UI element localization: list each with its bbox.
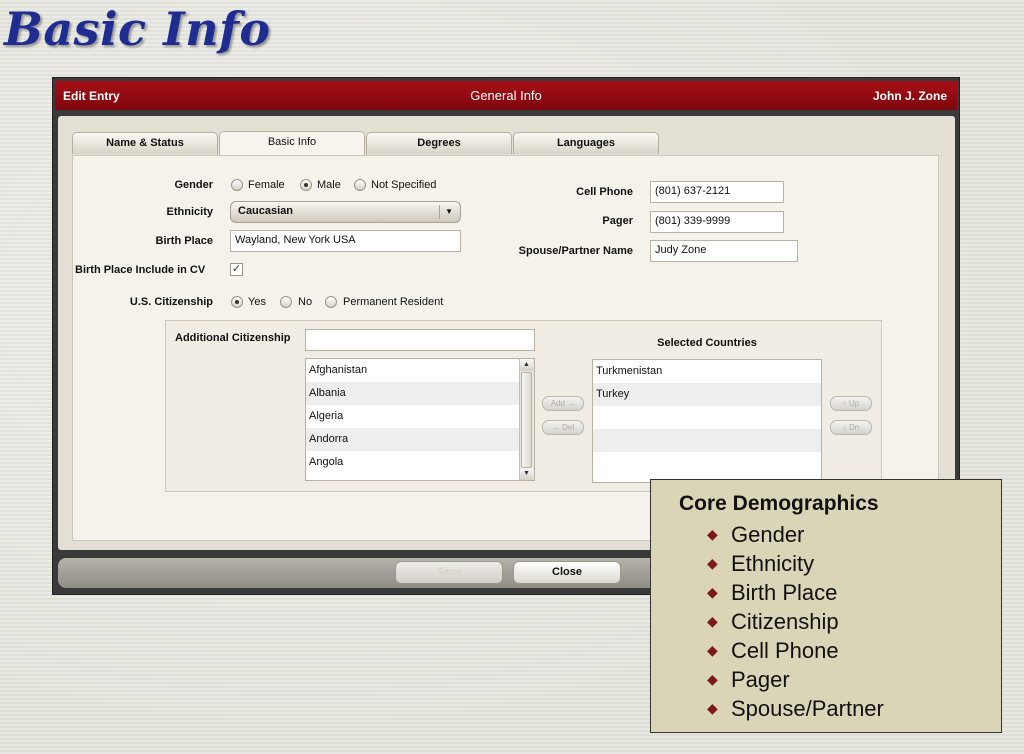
gender-female-radio[interactable] xyxy=(231,179,243,191)
list-item: ◆ Ethnicity xyxy=(707,551,815,576)
gender-male-label: Male xyxy=(317,179,341,191)
diamond-bullet-icon: ◆ xyxy=(707,700,718,716)
list-item: ◆ Citizenship xyxy=(707,609,839,634)
user-name: John J. Zone xyxy=(872,89,947,103)
diamond-bullet-icon: ◆ xyxy=(707,642,718,658)
ethnicity-value: Caucasian xyxy=(238,205,294,217)
list-item[interactable]: Albania xyxy=(306,382,534,405)
list-item[interactable]: Turkey xyxy=(593,383,821,406)
tab-name-status[interactable]: Name & Status xyxy=(72,132,218,154)
birth-place-label: Birth Place xyxy=(155,235,213,247)
additional-citizenship-group: Additional Citizenship Afghanistan Alban… xyxy=(165,320,882,492)
window-title: General Info xyxy=(470,88,542,103)
citizenship-permanent-label: Permanent Resident xyxy=(343,296,444,308)
diamond-bullet-icon: ◆ xyxy=(707,613,718,629)
list-item[interactable]: Algeria xyxy=(306,405,534,428)
list-item: ◆ Gender xyxy=(707,522,805,547)
list-item[interactable]: Andorra xyxy=(306,428,534,451)
birth-place-input[interactable]: Wayland, New York USA xyxy=(230,230,461,252)
list-item: ◆ Spouse/Partner xyxy=(707,696,884,721)
diamond-bullet-icon: ◆ xyxy=(707,526,718,542)
ethnicity-select[interactable]: Caucasian ▼ xyxy=(230,201,461,223)
diamond-bullet-icon: ◆ xyxy=(707,584,718,600)
pager-input[interactable]: (801) 339-9999 xyxy=(650,211,784,233)
list-item[interactable]: Angola xyxy=(306,451,534,474)
country-filter-input[interactable] xyxy=(305,329,535,351)
select-divider xyxy=(439,205,440,219)
citizenship-label: U.S. Citizenship xyxy=(129,296,213,308)
diamond-bullet-icon: ◆ xyxy=(707,671,718,687)
chevron-down-icon: ▼ xyxy=(445,207,453,216)
list-item[interactable]: Turkmenistan xyxy=(593,360,821,383)
birth-place-cv-label: Birth Place Include in CV xyxy=(75,264,206,276)
gender-not-specified-radio[interactable] xyxy=(354,179,366,191)
citizenship-no-radio[interactable] xyxy=(280,296,292,308)
list-item xyxy=(593,452,821,475)
citizenship-yes-radio[interactable] xyxy=(231,296,243,308)
slide-title: Basic Info xyxy=(4,2,271,56)
delete-country-button[interactable]: ← Del xyxy=(542,420,584,435)
list-item: ◆ Cell Phone xyxy=(707,638,839,663)
list-item: ◆ Pager xyxy=(707,667,790,692)
ethnicity-label: Ethnicity xyxy=(166,206,213,218)
country-list[interactable]: Afghanistan Albania Algeria Andorra Ango… xyxy=(305,358,535,481)
gender-label: Gender xyxy=(174,179,213,191)
scroll-up-icon[interactable]: ▲ xyxy=(520,359,533,371)
tab-basic-info[interactable]: Basic Info xyxy=(219,131,365,155)
add-country-button[interactable]: Add → xyxy=(542,396,584,411)
gender-not-specified-label: Not Specified xyxy=(371,179,437,191)
list-item xyxy=(593,406,821,429)
move-down-button[interactable]: ↓ Dn xyxy=(830,420,872,435)
list-item: ◆ Birth Place xyxy=(707,580,838,605)
spouse-input[interactable]: Judy Zone xyxy=(650,240,798,262)
country-list-scrollbar[interactable]: ▲ ▼ xyxy=(519,359,534,480)
gender-female-label: Female xyxy=(248,179,285,191)
list-item xyxy=(593,429,821,452)
tab-languages[interactable]: Languages xyxy=(513,132,659,154)
save-button[interactable]: Save xyxy=(395,561,503,584)
selected-countries-header: Selected Countries xyxy=(657,337,757,349)
scroll-down-icon[interactable]: ▼ xyxy=(520,468,533,480)
birth-place-cv-checkbox[interactable]: ✓ xyxy=(230,263,243,276)
window-titlebar: Edit Entry General Info John J. Zone xyxy=(55,81,957,110)
citizenship-no-label: No xyxy=(298,296,313,308)
list-item[interactable]: Afghanistan xyxy=(306,359,534,382)
pager-label: Pager xyxy=(602,215,633,227)
move-up-button[interactable]: ↑ Up xyxy=(830,396,872,411)
callout-heading: Core Demographics xyxy=(679,492,879,515)
diamond-bullet-icon: ◆ xyxy=(707,555,718,571)
gender-male-radio[interactable] xyxy=(300,179,312,191)
callout-list: ◆ Gender ◆ Ethnicity ◆ Birth Place ◆ Citizen… xyxy=(679,520,1001,723)
scroll-thumb[interactable] xyxy=(521,372,532,468)
citizenship-permanent-radio[interactable] xyxy=(325,296,337,308)
cell-phone-label: Cell Phone xyxy=(576,186,633,198)
additional-citizenship-label: Additional Citizenship xyxy=(175,332,291,344)
spouse-label: Spouse/Partner Name xyxy=(518,245,633,257)
selected-countries-list[interactable]: Turkmenistan Turkey xyxy=(592,359,822,483)
cell-phone-input[interactable]: (801) 637-2121 xyxy=(650,181,784,203)
citizenship-yes-label: Yes xyxy=(248,296,266,308)
core-demographics-callout: Core Demographics ◆ Gender ◆ Ethnicity ◆ Bi… xyxy=(650,479,1002,733)
tab-degrees[interactable]: Degrees xyxy=(366,132,512,154)
close-button[interactable]: Close xyxy=(513,561,621,584)
